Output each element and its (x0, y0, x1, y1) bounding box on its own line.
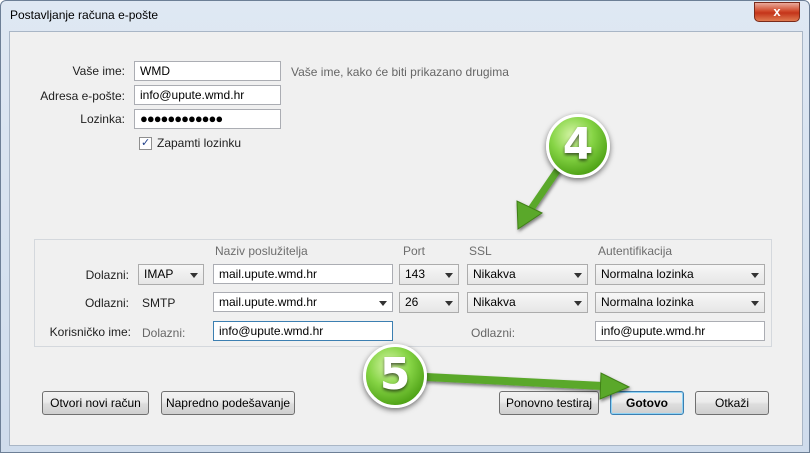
step-5-badge: 5 (363, 344, 427, 408)
arrow-to-done-button (422, 372, 631, 400)
dialog-window: Postavljanje računa e-pošte x Vaše ime: … (0, 0, 810, 453)
step-4-badge: 4 (546, 114, 610, 178)
arrow-to-server-settings (516, 167, 561, 230)
